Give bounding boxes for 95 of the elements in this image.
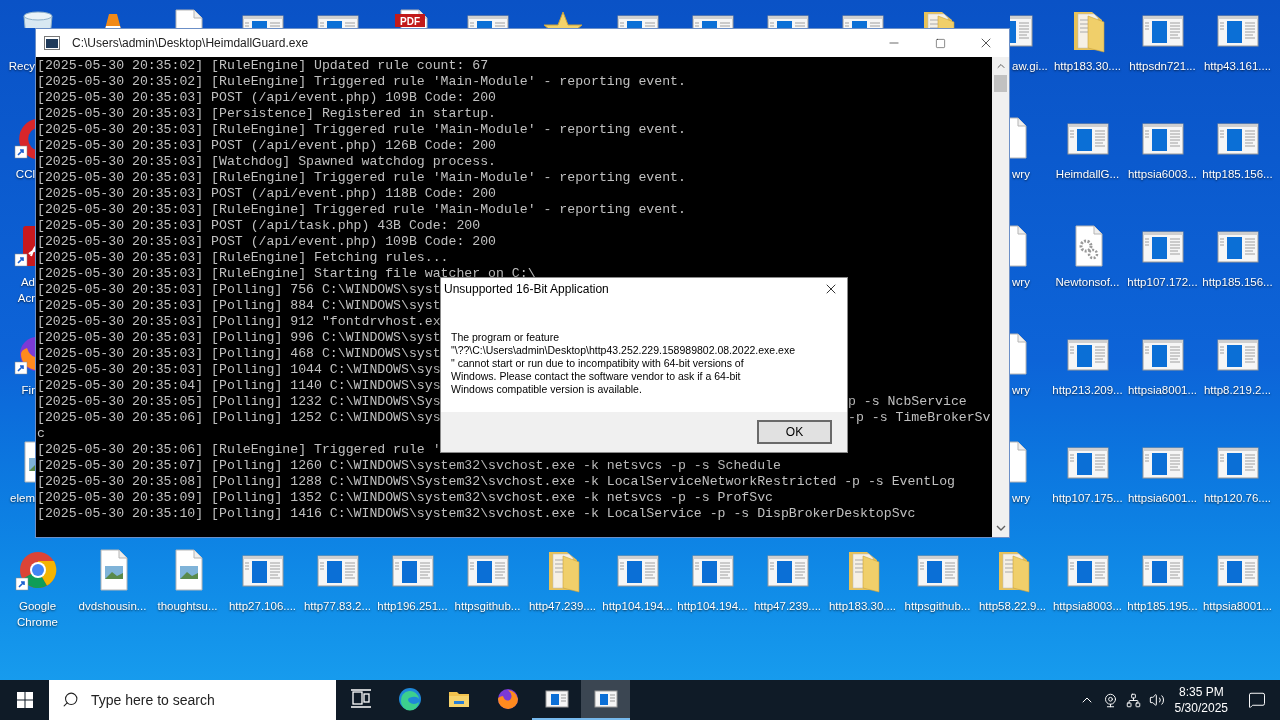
browser-swirl-icon[interactable] (397, 687, 422, 711)
icon-label: http47.239.... (528, 599, 597, 614)
ok-button[interactable]: OK (757, 420, 832, 444)
console-line: [2025-05-30 20:35:03] POST (/api/event.php) 109B Code: 200 (37, 90, 496, 106)
icon-label: httpsdn721... (1129, 59, 1196, 74)
console-line: [2025-05-30 20:35:07] [Polling] 1260 C:\WINDOWS\system32\svchost.exe -k netsvcs -p -s Schedule (37, 458, 781, 474)
console-line: c (37, 426, 45, 442)
icon-label: elem (9, 491, 35, 506)
console-line: [2025-05-30 20:35:03] [RuleEngine] Triggered rule 'Main-Module' - reporting event. (37, 202, 686, 218)
console-line: [2025-05-30 20:35:03] POST (/api/event.php) 109B Code: 200 (37, 234, 496, 250)
icon-label: httpsia6001... (1127, 491, 1198, 506)
icon-label: Ad Acr (16, 275, 35, 306)
icon-label: http8.219.2... (1203, 383, 1272, 398)
icon-label: thoughtsu... (157, 599, 218, 614)
icon-label: http183.30.... (828, 599, 897, 614)
maximize-icon (934, 37, 946, 49)
console-line: [2025-05-30 20:35:03] [Polling] 912 "fontdrvhost.ex (37, 314, 441, 330)
icon-label: HeimdallG... (1055, 167, 1120, 182)
icon-label: httpsgithub... (904, 599, 971, 614)
console-line: [2025-05-30 20:35:08] [Polling] 1288 C:\WINDOWS\System32\svchost.exe -k LocalServiceNetworkRestricted -p -s EventLog (37, 474, 955, 490)
console-line: [2025-05-30 20:35:03] [Polling] 468 C:\WINDOWS\syst (37, 346, 441, 362)
console-line: [2025-05-30 20:35:06] [RuleEngine] Triggered rule ' (37, 442, 441, 458)
console-line: -p -s TimeBrokerSv (848, 410, 991, 426)
fox-logo-icon[interactable] (495, 687, 520, 711)
console-icon (44, 36, 60, 50)
console-line: [2025-05-30 20:35:03] POST (/api/event.php) 118B Code: 200 (37, 186, 496, 202)
console-line: [2025-05-30 20:35:03] [Persistence] Registered in startup. (37, 106, 496, 122)
window-app-icon[interactable] (544, 687, 569, 711)
icon-label: wry (1012, 491, 1030, 506)
task-view-icon[interactable] (348, 687, 373, 711)
scrollbar[interactable] (992, 57, 1009, 537)
notifications-icon (1248, 691, 1266, 709)
icon-label: http185.156... (1202, 167, 1273, 182)
console-line: [2025-05-30 20:35:03] [RuleEngine] Triggered rule 'Main-Module' - reporting event. (37, 170, 686, 186)
icon-label: http27.106.... (228, 599, 297, 614)
icon-label: wry (1012, 383, 1030, 398)
console-line: [2025-05-30 20:35:03] [Watchdog] Spawned watchdog process. (37, 154, 496, 170)
icon-label: Newtonsof... (1055, 275, 1120, 290)
icon-label: http107.175... (1052, 491, 1123, 506)
window-title: C:\Users\admin\Desktop\HeimdallGuard.exe (72, 35, 309, 52)
scroll-thumb[interactable] (994, 75, 1007, 92)
icon-label: aw.gi... (1012, 59, 1048, 74)
icon-label: http120.76.... (1203, 491, 1272, 506)
icon-label: http185.195... (1127, 599, 1198, 614)
console-line: [2025-05-30 20:35:03] [Polling] 884 C:\WINDOWS\syst (37, 298, 441, 314)
search-icon (62, 691, 79, 708)
icon-label: CCl (14, 167, 35, 182)
console-line: [2025-05-30 20:35:04] [Polling] 1140 C:\WINDOWS\sys (37, 378, 441, 394)
console-line: p -s NcbService (848, 394, 967, 410)
network-icon[interactable] (1125, 692, 1141, 708)
console-line: [2025-05-30 20:35:03] [Polling] 996 C:\WINDOWS\syst (37, 330, 441, 346)
console-line: [2025-05-30 20:35:06] [Polling] 1252 C:\WINDOWS\sys (37, 410, 440, 426)
icon-label: http196.251... (377, 599, 448, 614)
icon-label: http47.239.... (753, 599, 822, 614)
icon-label: http183.30.... (1053, 59, 1122, 74)
icon-label: httpsia8003... (1052, 599, 1123, 614)
windows-logo-icon[interactable] (16, 692, 33, 708)
icon-label: http58.22.9... (978, 599, 1047, 614)
icon-label: http43.161.... (1203, 59, 1272, 74)
icon-label: http104.194... (677, 599, 748, 614)
console-line: [2025-05-30 20:35:03] [RuleEngine] Triggered rule 'Main-Module' - reporting event. (37, 122, 686, 138)
icon-label: httpsia8001... (1202, 599, 1273, 614)
console-line: [2025-05-30 20:35:10] [Polling] 1416 C:\WINDOWS\system32\svchost.exe -k LocalService -p -s DispBrokerDesktopSvc (37, 506, 916, 522)
icon-label: Recy (7, 59, 35, 74)
icon-label: http213.209... (1052, 383, 1123, 398)
icon-label: Fir (20, 383, 35, 398)
dialog-message: The program or feature "\??\C:\Users\admin\Desktop\http43.252.229.158989802.08.2022.exe.exe " cannot start or run due to incompatibity with 64-bit versions of Windows. Please contact the software vendor to ask if a 64-bit Windows compatible version is available. (451, 331, 797, 396)
console-line: [2025-05-30 20:35:02] [RuleEngine] Updated rule count: 67 (37, 58, 489, 74)
console-line: [2025-05-30 20:35:03] [RuleEngine] Fetching rules... (37, 250, 449, 266)
volume-icon[interactable] (1148, 692, 1165, 708)
webcam-icon[interactable] (1102, 692, 1118, 708)
window-app-icon[interactable] (593, 687, 618, 711)
icon-label: httpsia6003... (1127, 167, 1198, 182)
icon-label: httpsgithub... (454, 599, 521, 614)
icon-label: http104.194... (602, 599, 673, 614)
dialog-title: Unsupported 16-Bit Application (444, 281, 609, 298)
icon-label: Google Chrome (16, 599, 59, 630)
icon-label: http107.172... (1127, 275, 1198, 290)
console-line: [2025-05-30 20:35:02] [RuleEngine] Triggered rule 'Main-Module' - reporting event. (37, 74, 686, 90)
icon-label: http185.156... (1202, 275, 1273, 290)
taskbar-button[interactable] (581, 680, 630, 720)
console-line: [2025-05-30 20:35:05] [Polling] 1232 C:\WINDOWS\Sys (37, 394, 440, 410)
console-line: [2025-05-30 20:35:03] [Polling] 756 C:\WINDOWS\syst (37, 282, 441, 298)
icon-label: wry (1012, 275, 1030, 290)
console-line: [2025-05-30 20:35:03] POST (/api/event.php) 126B Code: 200 (37, 138, 496, 154)
icon-label: dvdshousin... (78, 599, 147, 614)
console-line: [2025-05-30 20:35:03] [Polling] 1044 C:\WINDOWS\sys (37, 362, 441, 378)
icon-label: httpsia8001... (1127, 383, 1198, 398)
search-field[interactable]: Type here to search (49, 680, 336, 720)
clock[interactable]: 8:35 PM 5/30/2025 (1168, 684, 1234, 716)
console-line: [2025-05-30 20:35:03] [RuleEngine] Starting file watcher on C:\ (37, 266, 536, 282)
console-line: [2025-05-30 20:35:03] POST (/api/task.php) 43B Code: 200 (37, 218, 481, 234)
icon-label: http77.83.2... (303, 599, 372, 614)
icon-label: wry (1012, 167, 1030, 182)
console-line: [2025-05-30 20:35:09] [Polling] 1352 C:\WINDOWS\system32\svchost.exe -k netsvcs -p -s ProfSvc (37, 490, 773, 506)
